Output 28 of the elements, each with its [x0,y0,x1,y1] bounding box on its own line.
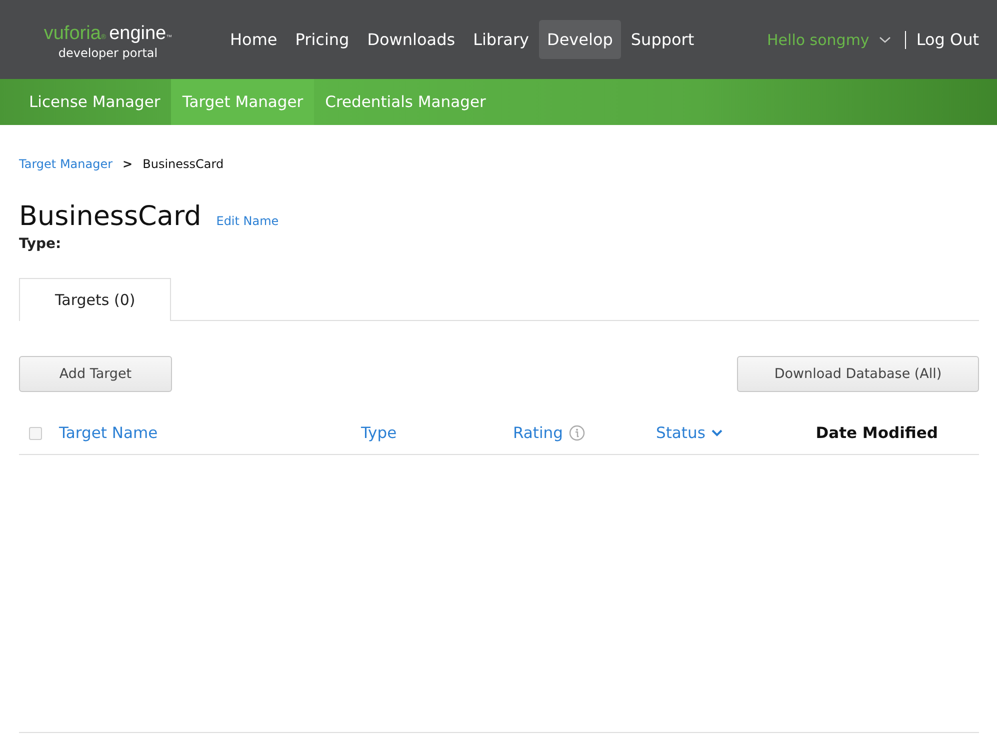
nav-link[interactable]: Library [465,20,538,59]
breadcrumb-separator: > [122,157,133,171]
column-header[interactable]: Status [656,424,706,442]
user-menu[interactable]: Hello songmy [767,30,870,48]
add-target-button[interactable]: Add Target [19,356,172,392]
column-header[interactable]: Type [361,424,397,442]
type-label: Type: [19,236,62,252]
nav-link[interactable]: Home [222,20,286,59]
breadcrumb-current: BusinessCard [142,157,224,171]
column-header[interactable]: Rating [513,424,563,442]
column-header[interactable]: Target Name [59,424,158,442]
info-icon[interactable] [568,425,585,441]
select-all-checkbox[interactable] [29,426,42,440]
sort-caret-icon[interactable] [711,429,724,437]
column-header: Date Modified [816,424,938,442]
nav-link[interactable]: Downloads [359,20,464,59]
nav-link[interactable]: Develop [539,20,621,59]
tab[interactable]: Targets (0) [19,278,172,321]
logo-subtitle: developer portal [58,46,158,60]
logout-link[interactable]: Log Out [916,30,979,49]
nav-link[interactable]: Support [622,20,702,59]
chevron-down-icon[interactable] [879,36,892,44]
page-title: BusinessCard [19,201,202,232]
edit-name-link[interactable]: Edit Name [216,214,279,228]
breadcrumb-link[interactable]: Target Manager [19,157,113,171]
nav-link[interactable]: Pricing [287,20,358,59]
subnav-tab[interactable]: License Manager [18,79,172,125]
download-database-button[interactable]: Download Database (All) [737,356,979,392]
